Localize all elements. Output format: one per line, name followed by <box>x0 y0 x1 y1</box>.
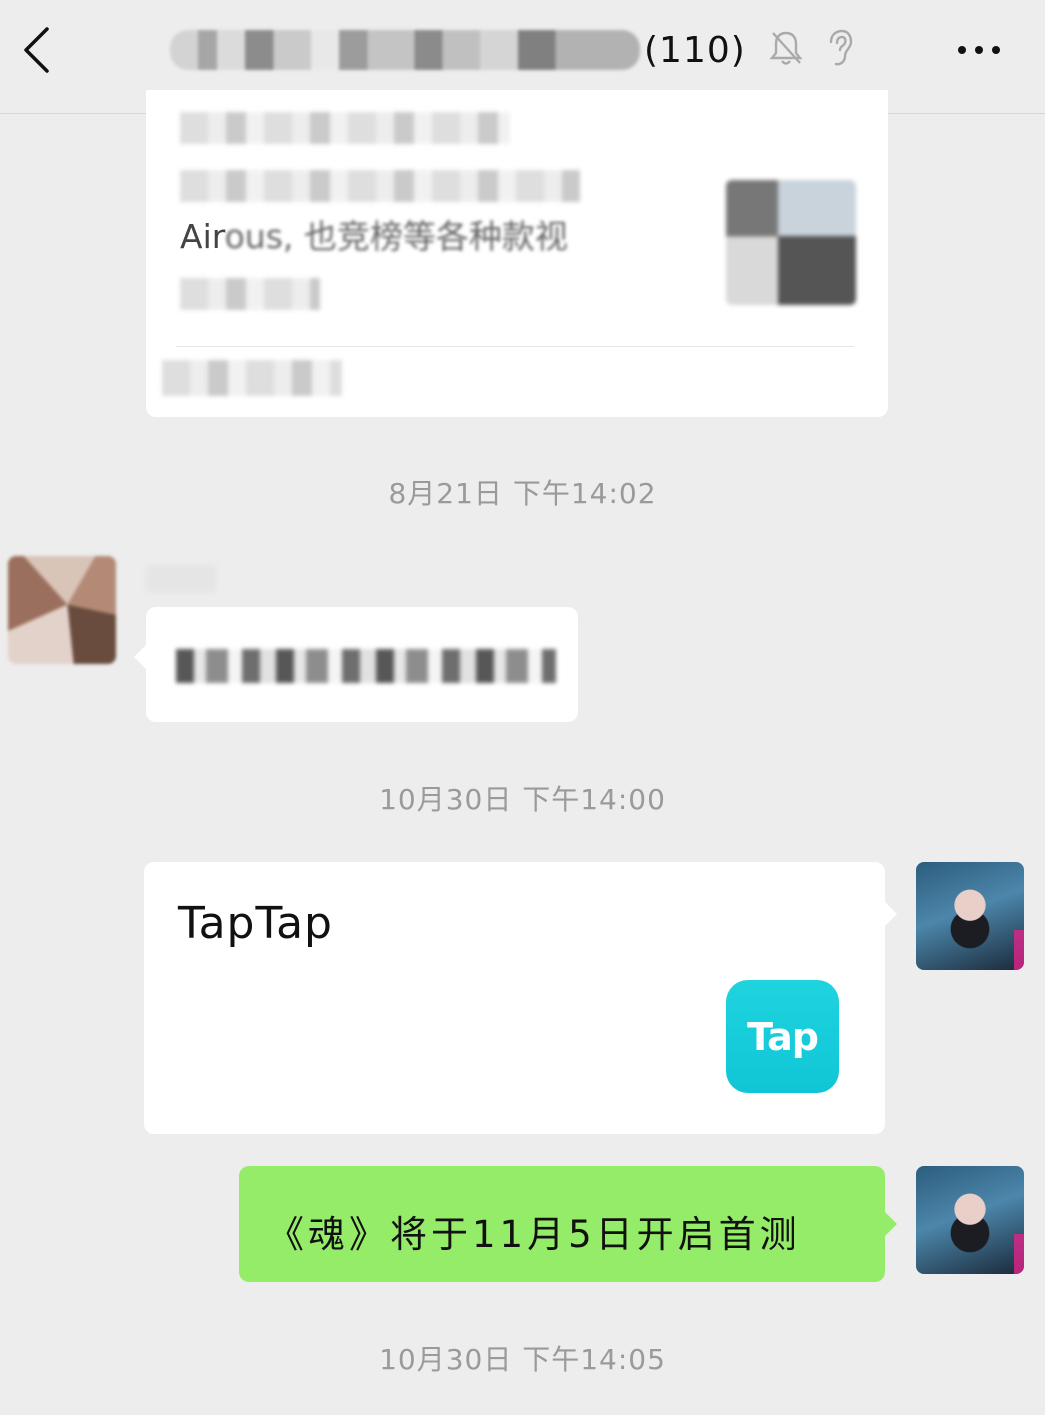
ear-icon <box>818 26 858 70</box>
link-card-title: TapTap <box>178 898 333 949</box>
redacted-article-line-3 <box>180 278 320 310</box>
link-card[interactable]: TapTap Tap <box>144 862 897 1134</box>
redacted-sender-name <box>146 565 216 593</box>
timestamp: 10月30日 下午14:00 <box>379 783 666 816</box>
article-snippet: Airous, 也竞榜等各种款视 <box>180 217 568 256</box>
avatar[interactable] <box>8 556 116 664</box>
article-card[interactable]: Airous, 也竞榜等各种款视 <box>146 90 888 417</box>
incoming-message-bubble[interactable] <box>134 607 578 722</box>
timestamp: 10月30日 下午14:05 <box>379 1343 666 1376</box>
more-dots-icon <box>958 46 966 54</box>
redacted-message-text <box>176 649 556 683</box>
outgoing-message-bubble[interactable]: 《魂》将于11月5日开启首测 <box>239 1166 897 1282</box>
member-count: (110) <box>644 29 746 71</box>
taptap-logo-icon: Tap <box>726 980 839 1093</box>
redacted-group-name <box>170 30 640 70</box>
redacted-source <box>162 360 342 396</box>
redacted-article-line <box>180 170 580 202</box>
more-options-button[interactable] <box>949 30 1009 70</box>
avatar[interactable] <box>916 1166 1024 1274</box>
article-thumbnail <box>726 180 856 305</box>
avatar[interactable] <box>916 862 1024 970</box>
divider <box>176 346 854 347</box>
chevron-left-icon <box>24 27 49 73</box>
message-text: 《魂》将于11月5日开启首测 <box>267 1213 801 1256</box>
bell-off-icon <box>766 26 806 70</box>
redacted-article-title <box>180 112 510 144</box>
timestamp: 8月21日 下午14:02 <box>388 477 657 510</box>
chat-title: (110) <box>170 22 870 78</box>
back-button[interactable] <box>8 14 64 86</box>
